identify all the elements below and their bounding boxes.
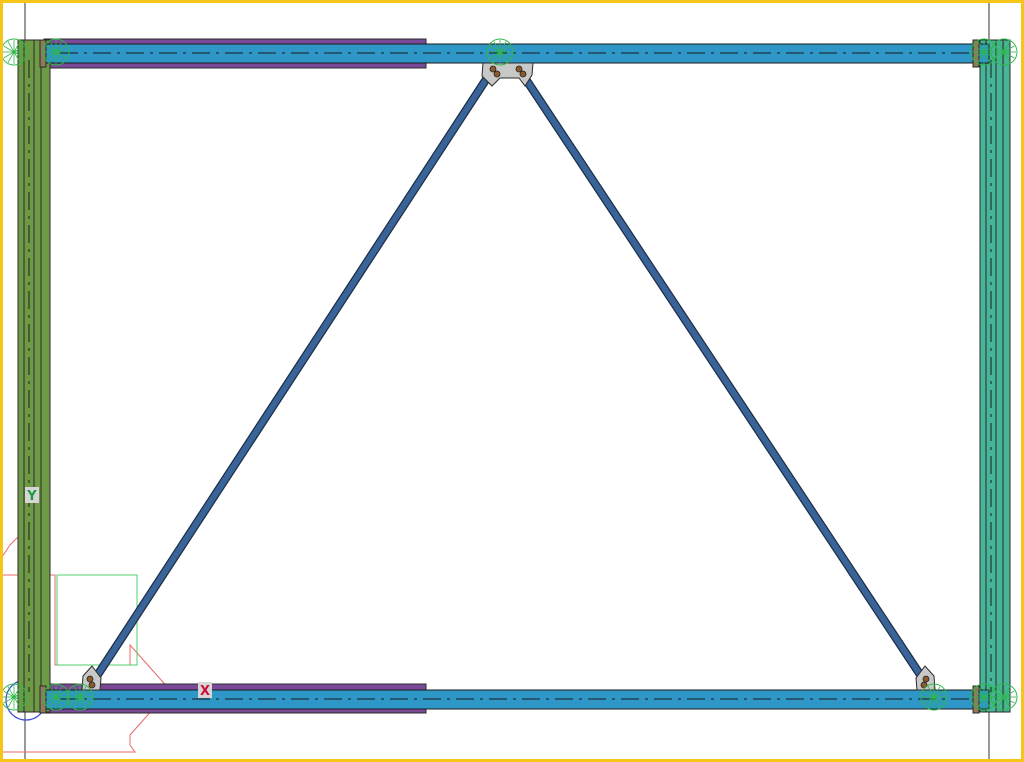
viewport-frame — [0, 0, 1024, 762]
beam-end-plates — [39, 39, 980, 714]
brace-right[interactable] — [521, 75, 929, 685]
gusset-plate-icon[interactable] — [481, 62, 534, 87]
green-radial-connection-icon — [0, 38, 28, 66]
left-column[interactable] — [17, 39, 51, 713]
green-radial-connection-icon — [42, 683, 70, 711]
green-radial-connection-icon — [990, 38, 1018, 66]
connection-markers — [0, 38, 1018, 711]
right-column[interactable] — [979, 39, 1011, 713]
y-axis-marker: Y — [25, 487, 39, 504]
green-radial-connection-icon — [920, 683, 948, 711]
model-viewport[interactable]: Y X — [0, 0, 1024, 762]
green-radial-connection-icon — [486, 38, 514, 66]
y-axis-label: Y — [26, 489, 37, 504]
ucs-green-box — [56, 574, 138, 666]
brace-left[interactable] — [89, 75, 491, 685]
green-radial-connection-icon — [42, 38, 70, 66]
structural-canvas[interactable]: Y X — [0, 0, 1024, 762]
bottom-beam[interactable] — [43, 689, 990, 710]
green-radial-connection-icon — [66, 683, 94, 711]
green-radial-connection-icon — [0, 683, 28, 711]
green-radial-connection-icon — [990, 683, 1018, 711]
top-beam[interactable] — [43, 43, 990, 64]
x-axis-label: X — [200, 684, 210, 699]
x-axis-marker: X — [198, 682, 212, 699]
